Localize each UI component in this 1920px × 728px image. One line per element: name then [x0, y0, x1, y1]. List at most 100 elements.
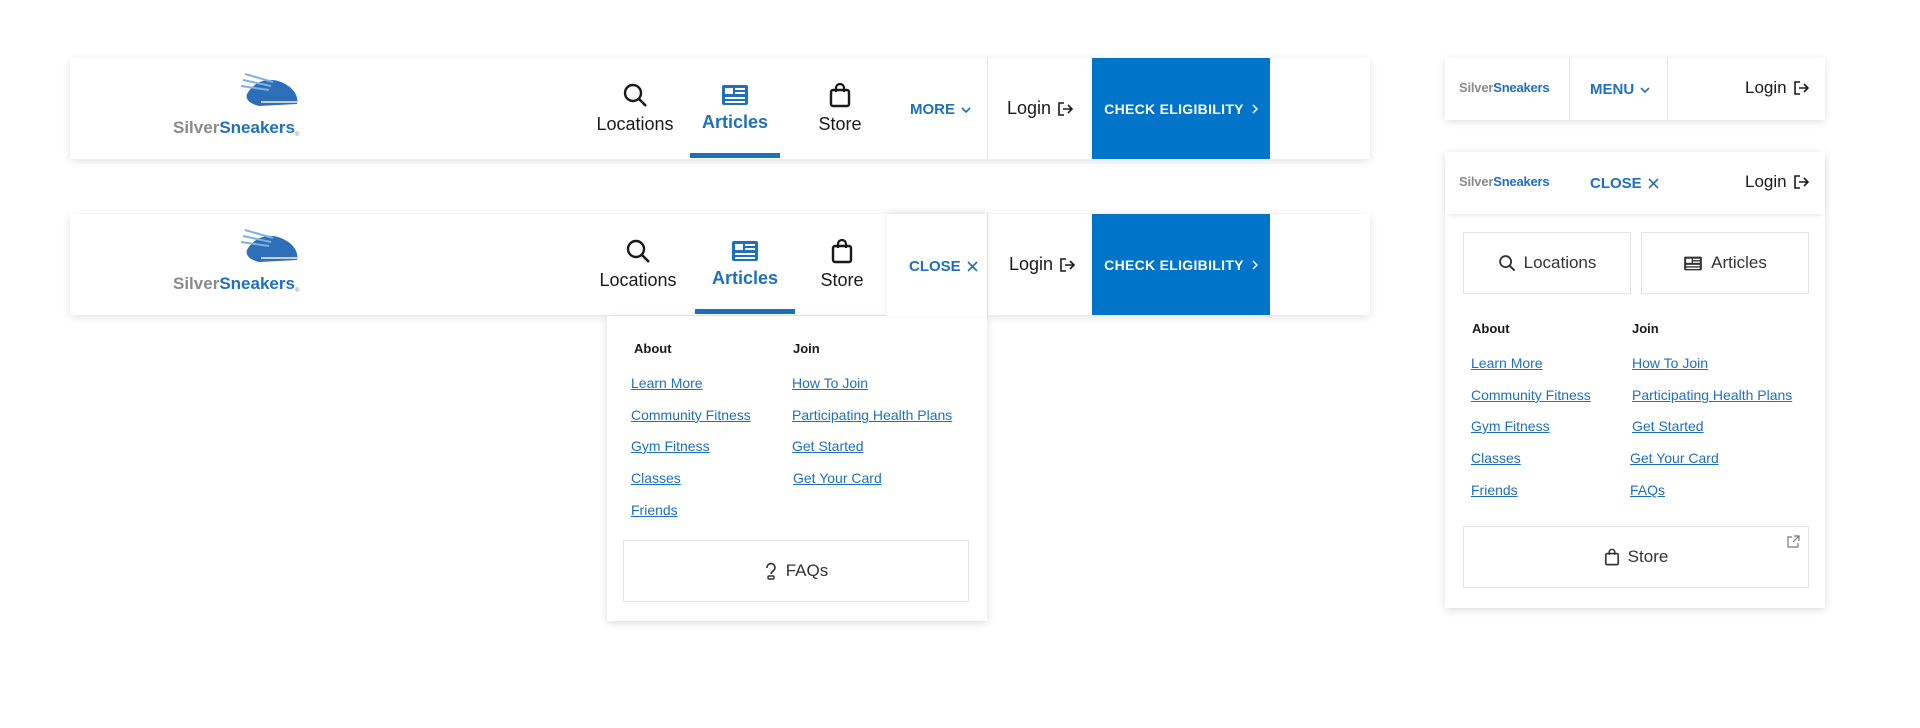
check-eligibility-button[interactable]: CHECK ELIGIBILITY	[1092, 58, 1270, 159]
mobile-store-button[interactable]: Store	[1463, 526, 1809, 588]
silversneakers-logo[interactable]: Silver Sneakers ®	[173, 229, 300, 294]
nav-locations[interactable]: Locations	[595, 58, 675, 158]
mobile-articles-button[interactable]: Articles	[1641, 232, 1809, 294]
nav-locations-label: Locations	[596, 113, 674, 134]
link-friends[interactable]: Friends	[1471, 482, 1518, 498]
login-button[interactable]: Login	[1745, 78, 1811, 98]
search-icon	[626, 239, 650, 263]
link-participating-health-plans[interactable]: Participating Health Plans	[792, 407, 952, 423]
question-bulb-icon	[765, 562, 776, 580]
cta-label: CHECK ELIGIBILITY	[1104, 256, 1244, 273]
mobile-locations-button[interactable]: Locations	[1463, 232, 1631, 294]
mobile-header-collapsed: SilverSneakers MENU Login	[1445, 58, 1825, 120]
nav-articles-label: Articles	[711, 267, 779, 288]
close-label: CLOSE	[1590, 175, 1642, 192]
logo-reg-mark: ®	[294, 288, 300, 294]
cta-label: CHECK ELIGIBILITY	[1104, 100, 1244, 117]
link-learn-more[interactable]: Learn More	[631, 375, 703, 391]
mobile-logo[interactable]: SilverSneakers	[1459, 80, 1550, 95]
divider	[1667, 58, 1668, 120]
logo-sneakers-text: Sneakers	[219, 274, 295, 293]
active-underline	[690, 153, 780, 158]
link-classes[interactable]: Classes	[1471, 450, 1521, 466]
desktop-header-open: Silver Sneakers ® Locations Articles Store…	[70, 214, 1370, 316]
about-heading: About	[634, 341, 672, 356]
link-community-fitness[interactable]: Community Fitness	[631, 407, 751, 423]
close-tab: CLOSE	[887, 214, 987, 316]
link-get-started[interactable]: Get Started	[792, 438, 864, 454]
link-get-your-card[interactable]: Get Your Card	[1630, 450, 1719, 466]
link-how-to-join[interactable]: How To Join	[1632, 355, 1708, 371]
divider	[987, 58, 988, 159]
link-get-started[interactable]: Get Started	[1632, 418, 1704, 434]
link-how-to-join[interactable]: How To Join	[792, 375, 868, 391]
join-heading: Join	[1632, 321, 1659, 336]
logo-reg-mark: ®	[294, 132, 300, 138]
divider	[1569, 58, 1570, 120]
logo-sneakers-text: Sneakers	[219, 118, 295, 137]
nav-articles[interactable]: Articles	[695, 214, 795, 314]
link-community-fitness[interactable]: Community Fitness	[1471, 387, 1591, 403]
chevron-right-icon	[1252, 103, 1258, 114]
nav-locations-label: Locations	[599, 269, 677, 290]
login-button[interactable]: Login	[1007, 98, 1075, 119]
link-friends[interactable]: Friends	[631, 502, 678, 518]
nav-store[interactable]: Store	[807, 214, 877, 314]
login-label: Login	[1009, 254, 1054, 274]
external-link-icon	[1787, 535, 1800, 548]
menu-label: MENU	[1590, 81, 1635, 98]
login-icon	[1060, 257, 1076, 272]
search-icon	[623, 83, 647, 107]
nav-store-label: Store	[818, 113, 862, 134]
close-label: CLOSE	[909, 258, 961, 275]
check-eligibility-button[interactable]: CHECK ELIGIBILITY	[1092, 214, 1270, 315]
more-label: MORE	[910, 101, 955, 118]
newspaper-icon	[722, 84, 748, 105]
login-label: Login	[1007, 98, 1052, 118]
sneaker-logo-icon	[241, 73, 298, 106]
menu-button[interactable]: MENU	[1590, 81, 1650, 98]
sneaker-logo-icon	[241, 229, 298, 262]
login-icon	[1793, 175, 1809, 189]
login-label: Login	[1745, 172, 1787, 191]
search-icon	[1498, 255, 1515, 272]
nav-store[interactable]: Store	[805, 58, 875, 158]
more-button[interactable]: MORE	[910, 101, 971, 118]
logo-silver-text: Silver	[1459, 80, 1494, 95]
desktop-header-default: Silver Sneakers ® Locations Articles Store…	[70, 58, 1370, 159]
close-button[interactable]: CLOSE	[909, 258, 978, 275]
link-faqs[interactable]: FAQs	[1630, 482, 1665, 498]
faqs-button[interactable]: FAQs	[623, 540, 969, 602]
nav-articles-label: Articles	[701, 111, 769, 132]
about-heading: About	[1472, 321, 1510, 336]
nav-articles[interactable]: Articles	[690, 58, 780, 158]
close-button[interactable]: CLOSE	[1590, 175, 1659, 192]
login-icon	[1058, 101, 1074, 116]
newspaper-icon	[1684, 256, 1702, 270]
login-button[interactable]: Login	[1009, 254, 1077, 275]
mobile-articles-label: Articles	[1711, 253, 1767, 272]
mobile-locations-label: Locations	[1523, 253, 1597, 272]
nav-locations[interactable]: Locations	[598, 214, 678, 314]
faqs-label: FAQs	[785, 561, 829, 580]
more-dropdown-panel: About Join Learn More Community Fitness …	[607, 316, 987, 621]
chevron-down-icon	[961, 106, 971, 113]
silversneakers-logo[interactable]: Silver Sneakers ®	[173, 73, 300, 138]
active-underline	[695, 309, 795, 314]
close-icon	[1648, 178, 1659, 189]
logo-sneakers-text: Sneakers	[1493, 80, 1550, 95]
login-button[interactable]: Login	[1745, 172, 1811, 192]
shopping-bag-icon	[829, 82, 851, 107]
link-get-your-card[interactable]: Get Your Card	[793, 470, 882, 486]
mobile-menu-open: SilverSneakers CLOSE Login Locations Art…	[1445, 152, 1825, 608]
link-participating-health-plans[interactable]: Participating Health Plans	[1632, 387, 1792, 403]
logo-silver-text: Silver	[173, 118, 220, 137]
login-label: Login	[1745, 78, 1787, 97]
chevron-right-icon	[1252, 259, 1258, 270]
link-learn-more[interactable]: Learn More	[1471, 355, 1543, 371]
link-gym-fitness[interactable]: Gym Fitness	[631, 438, 710, 454]
link-gym-fitness[interactable]: Gym Fitness	[1471, 418, 1550, 434]
join-heading: Join	[793, 341, 820, 356]
link-classes[interactable]: Classes	[631, 470, 681, 486]
shopping-bag-icon	[1604, 548, 1619, 566]
